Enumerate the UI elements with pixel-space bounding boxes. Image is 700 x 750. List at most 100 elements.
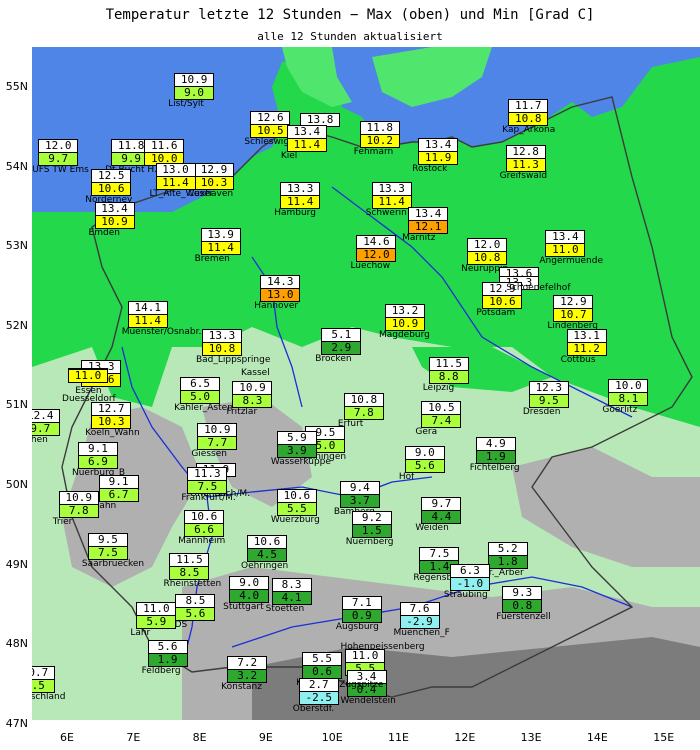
station-value-box: 9.3 0.8 [502, 586, 543, 614]
station-min: 5.0 [181, 391, 220, 404]
station-name: Greifswald [499, 170, 548, 181]
station-value-box: 13.4 11.9 [418, 138, 459, 166]
station-name: Schleswig [244, 137, 290, 148]
station-name: Angermuende [539, 255, 604, 266]
station-name: Wuerzburg [270, 515, 320, 526]
station-min: 11.2 [567, 343, 606, 356]
station-min: 11.0 [69, 369, 108, 382]
station-min: 10.8 [202, 343, 241, 356]
station-max: 12.0 [468, 238, 507, 252]
station-name: Stuttgart [223, 602, 264, 613]
latitude-label: 53N [5, 239, 28, 253]
station-value-box: 13.4 11.4 [286, 124, 327, 152]
station-min: 3.7 [340, 495, 379, 508]
station-value-box: 9.1 6.9 [77, 442, 118, 470]
station-min: 8.1 [609, 392, 648, 405]
station-min: 0.6 [303, 666, 342, 679]
station-min: 4.5 [248, 548, 287, 561]
station-value-box: 10.9 8.3 [232, 381, 273, 409]
map-subtitle: alle 12 Stunden aktualisiert [257, 30, 443, 43]
station-name: Oberstdf. [292, 703, 335, 714]
station-value-box: 7.2 3.2 [227, 655, 268, 683]
station-name: Cottbus [560, 355, 596, 366]
station-name: List/Sylt [168, 99, 204, 109]
latitude-label: 50N [5, 478, 28, 491]
station-min: -2.9 [400, 616, 439, 629]
station-min: 10.8 [509, 113, 548, 126]
station-value-box: 13.4 11.0 [545, 229, 586, 257]
station-min: 11.4 [128, 315, 167, 328]
station-max: 10.5 [422, 401, 461, 415]
station-max: 12.8 [506, 145, 545, 159]
station-name: Kiel [280, 150, 298, 161]
station-value-box: 10.77.5 [32, 666, 55, 694]
station-min: 7.5 [32, 680, 54, 693]
station-value-box: 10.9 9.0 [174, 73, 215, 100]
longitude-label: 9E [258, 731, 273, 744]
station-max: 11.0 [137, 602, 176, 616]
longitude-label: 15E [653, 731, 675, 744]
station-min: 7.5 [188, 481, 227, 494]
station-value-box: 14.1 11.4 [127, 301, 168, 329]
station-min: 11.4 [156, 176, 195, 189]
station-name: Straubing [443, 590, 488, 601]
station-max: 12.9 [195, 163, 233, 177]
station-min: 10.3 [195, 176, 233, 189]
station-min: 10.6 [483, 295, 522, 308]
station-value-box: 5.6 1.9 [147, 639, 188, 667]
station-value-box: 11.3 7.5 [187, 467, 228, 495]
station-max: 10.0 [609, 379, 648, 393]
station-value-box: 10.6 4.5 [247, 534, 288, 562]
station-min: 11.4 [201, 242, 240, 255]
station-value-box: 5.9 3.9 [276, 431, 317, 459]
station-value-box: 14.6 12.0 [356, 234, 397, 262]
station-name: Giessen [191, 449, 227, 460]
station-min: 1.9 [148, 653, 187, 666]
station-min: 10.9 [95, 215, 134, 228]
station-value-box: 7.6 -2.9 [399, 602, 440, 630]
station-name: Augsburg [335, 621, 379, 632]
station-value-box: 10.6 6.6 [184, 510, 225, 537]
station-value-box: 13.4 10.9 [94, 201, 135, 229]
station-min: 10.5 [251, 125, 290, 138]
station-min: 11.9 [419, 152, 458, 165]
station-min: 1.9 [476, 450, 515, 463]
station-name: Muenster/Osnabr. [121, 327, 202, 338]
station-name: Luechow [350, 260, 391, 271]
station-name: Fuerstenzell [496, 612, 551, 623]
longitude-label: 6E [60, 731, 74, 744]
station-value-box: 4.9 1.9 [475, 436, 516, 464]
station-name: Leipzig [422, 383, 455, 394]
station-min: 11.4 [281, 196, 320, 209]
station-max: 9.2 [352, 511, 391, 525]
station-name: Lahr [130, 627, 151, 638]
station-min: 4.0 [230, 590, 269, 603]
station-min: 11.0 [546, 243, 585, 256]
longitude-label: 11E [388, 731, 409, 744]
station-name: Mannheim [178, 536, 226, 546]
station-min: 12.0 [357, 248, 396, 261]
station-name: Kahler_Asten [174, 403, 233, 414]
station-name: Kap_Arkona [502, 125, 556, 136]
station-min: 10.2 [360, 134, 399, 147]
station-value-box: 13.2 10.9 [384, 303, 425, 331]
station-min: 7.5 [88, 547, 127, 560]
station-value-box: 9.5 7.5 [87, 533, 128, 561]
longitude-label: 10E [321, 731, 343, 744]
station-name: Potsdam [476, 307, 516, 318]
station-min: 10.9 [385, 317, 424, 330]
station-value-box: 11.8 10.2 [359, 120, 400, 148]
station-min: 0.9 [342, 609, 381, 622]
station-value-box: 9.4 3.7 [339, 481, 380, 509]
station-name: Oehringen [241, 560, 289, 571]
station-min: 7.8 [344, 406, 383, 419]
station-value-box: 9.1 6.7 [98, 474, 139, 502]
station-min: 11.3 [506, 158, 545, 171]
station-min: 7.8 [59, 504, 98, 517]
station-min: 3.2 [228, 669, 267, 682]
longitude-label: 13E [520, 731, 542, 744]
station-value-box: 9.0 4.0 [229, 576, 270, 604]
station-name: Emden [88, 227, 120, 238]
station-min: 6.7 [99, 488, 138, 501]
station-value-box: 13.4 12.1 [408, 206, 449, 234]
